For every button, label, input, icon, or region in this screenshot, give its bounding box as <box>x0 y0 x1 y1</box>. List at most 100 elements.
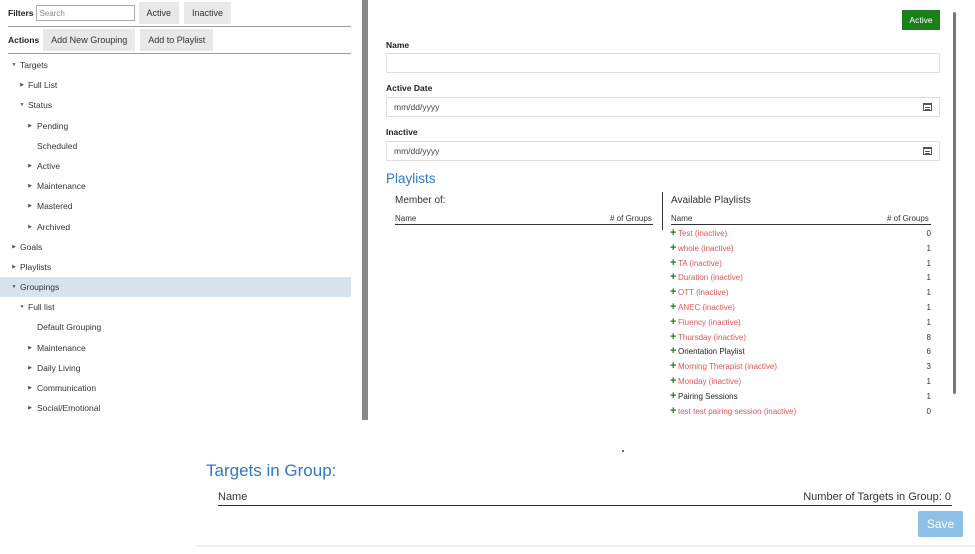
tree-item-label: Status <box>28 100 53 111</box>
playlist-group-count: 1 <box>926 377 931 386</box>
tree-item-label: Goals <box>20 241 43 252</box>
tree-item-social-emotional[interactable]: ▶ Social/Emotional <box>0 398 351 418</box>
add-plus-icon[interactable]: + <box>670 226 676 241</box>
tree-item-targets[interactable]: ▼ Targets <box>0 55 351 75</box>
tree-item-groupings[interactable]: ▼ Groupings <box>0 277 351 298</box>
add-plus-icon[interactable]: + <box>670 389 676 404</box>
tree-item-mastered[interactable]: ▶ Mastered <box>0 196 351 216</box>
tree-item-daily-living[interactable]: ▶ Daily Living <box>0 358 351 378</box>
tree-item-default-grouping[interactable]: Default Grouping <box>0 317 351 337</box>
playlist-name[interactable]: OTT (inactive) <box>678 286 729 301</box>
caret-right-icon[interactable]: ▶ <box>26 176 34 196</box>
playlist-name[interactable]: Orientation Playlist <box>678 345 745 360</box>
tree-item-playlists[interactable]: ▶ Playlists <box>0 257 351 277</box>
member-of-heading: Member of: <box>395 195 446 206</box>
playlist-name[interactable]: whole (inactive) <box>678 242 734 257</box>
filters-row: Filters Active Inactive <box>8 2 236 24</box>
caret-down-icon[interactable]: ▼ <box>10 277 18 297</box>
tree-item-goals[interactable]: ▶ Goals <box>0 237 351 257</box>
playlist-name[interactable]: Morning Therapist (inactive) <box>678 360 777 375</box>
add-new-grouping-button[interactable]: Add New Grouping <box>43 29 136 51</box>
playlist-row: + Fluency (inactive) 1 <box>670 316 931 331</box>
playlist-name[interactable]: Thursday (inactive) <box>678 331 746 346</box>
tree-item-maintenance[interactable]: ▶ Maintenance <box>0 176 351 196</box>
add-plus-icon[interactable]: + <box>670 270 676 285</box>
tree-item-scheduled[interactable]: Scheduled <box>0 136 351 156</box>
tree-item-full-list-groupings[interactable]: ▼ Full list <box>0 297 351 317</box>
scrollbar[interactable] <box>953 12 956 394</box>
caret-right-icon[interactable]: ▶ <box>10 237 18 257</box>
header-underline <box>671 224 931 225</box>
name-field[interactable] <box>386 53 940 73</box>
tree-item-communication[interactable]: ▶ Communication <box>0 378 351 398</box>
caret-right-icon[interactable]: ▶ <box>26 398 34 418</box>
add-plus-icon[interactable]: + <box>670 241 676 256</box>
targets-name-header: Name <box>218 491 248 503</box>
active-date-field[interactable]: mm/dd/yyyy <box>386 97 940 117</box>
member-of-name-header: Name <box>395 214 417 223</box>
playlists-heading: Playlists <box>386 171 436 186</box>
available-name-header: Name <box>671 214 693 223</box>
inactive-date-field[interactable]: mm/dd/yyyy <box>386 141 940 161</box>
add-plus-icon[interactable]: + <box>670 330 676 345</box>
add-plus-icon[interactable]: + <box>670 300 676 315</box>
add-plus-icon[interactable]: + <box>670 285 676 300</box>
playlist-name[interactable]: test test pairing session (inactive) <box>678 405 796 420</box>
playlist-group-count: 6 <box>926 347 931 357</box>
caret-right-icon[interactable]: ▶ <box>26 196 34 216</box>
add-plus-icon[interactable]: + <box>670 315 676 330</box>
caret-right-icon[interactable]: ▶ <box>26 358 34 378</box>
filters-label: Filters <box>8 8 34 18</box>
add-plus-icon[interactable]: + <box>670 344 676 359</box>
tree-item-active[interactable]: ▶ Active <box>0 156 351 176</box>
tree-item-archived[interactable]: ▶ Archived <box>0 217 351 237</box>
add-to-playlist-button[interactable]: Add to Playlist <box>140 29 214 51</box>
divider-line <box>8 53 351 54</box>
divider-line <box>8 26 351 27</box>
caret-down-icon[interactable]: ▼ <box>18 95 26 115</box>
caret-right-icon[interactable]: ▶ <box>18 75 26 95</box>
caret-right-icon[interactable]: ▶ <box>26 338 34 358</box>
status-badge[interactable]: Active <box>902 10 940 30</box>
caret-right-icon[interactable]: ▶ <box>10 257 18 277</box>
tree-item-label: Pending <box>37 120 69 131</box>
filter-inactive-button[interactable]: Inactive <box>184 2 232 24</box>
calendar-icon[interactable] <box>923 103 932 111</box>
tree-item-label: Active <box>37 160 61 171</box>
caret-right-icon[interactable]: ▶ <box>26 378 34 398</box>
playlist-name[interactable]: ANEC (inactive) <box>678 301 735 316</box>
caret-right-icon[interactable]: ▶ <box>26 156 34 176</box>
playlist-row: + whole (inactive) 1 <box>670 242 931 257</box>
playlist-name[interactable]: Duration (inactive) <box>678 271 743 286</box>
tree-item-label: Full list <box>28 302 55 313</box>
add-plus-icon[interactable]: + <box>670 404 676 419</box>
playlist-group-count: 1 <box>926 317 931 327</box>
search-input[interactable] <box>35 5 135 21</box>
caret-right-icon[interactable]: ▶ <box>26 217 34 237</box>
date-placeholder: mm/dd/yyyy <box>394 146 440 156</box>
calendar-icon[interactable] <box>923 147 932 155</box>
targets-in-group-heading: Targets in Group: <box>206 461 337 480</box>
tree-item-full-list[interactable]: ▶ Full List <box>0 75 351 95</box>
add-plus-icon[interactable]: + <box>670 374 676 389</box>
playlist-name[interactable]: Test (inactive) <box>678 227 727 242</box>
add-plus-icon[interactable]: + <box>670 256 676 271</box>
playlist-name[interactable]: TA (inactive) <box>678 257 722 272</box>
playlist-name[interactable]: Monday (inactive) <box>678 375 741 390</box>
grouping-detail-panel: Active Name Active Date mm/dd/yyyy Inact… <box>368 0 975 420</box>
save-button[interactable]: Save <box>918 511 963 537</box>
available-playlists-heading: Available Playlists <box>671 195 751 206</box>
playlist-name[interactable]: Fluency (inactive) <box>678 316 741 331</box>
playlist-name[interactable]: Pairing Sessions <box>678 390 738 405</box>
caret-down-icon[interactable]: ▼ <box>18 297 26 317</box>
playlist-group-count: 0 <box>926 229 931 238</box>
tree-item-label: Archived <box>37 221 71 232</box>
caret-right-icon[interactable]: ▶ <box>26 116 34 136</box>
tree-item-status[interactable]: ▼ Status <box>0 95 351 115</box>
add-plus-icon[interactable]: + <box>670 359 676 374</box>
caret-down-icon[interactable]: ▼ <box>10 55 18 75</box>
tree-item-pending[interactable]: ▶ Pending <box>0 116 351 136</box>
tree-item-label: Full List <box>28 80 58 91</box>
tree-item-maintenance-group[interactable]: ▶ Maintenance <box>0 338 351 358</box>
filter-active-button[interactable]: Active <box>138 2 180 24</box>
